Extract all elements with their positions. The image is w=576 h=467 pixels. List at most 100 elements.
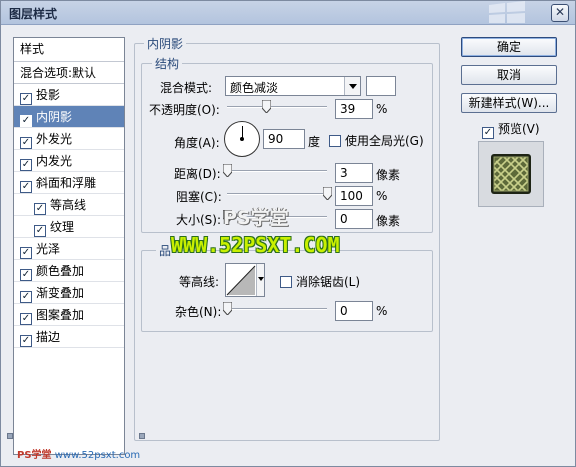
distance-input[interactable]: 3 — [335, 163, 373, 183]
choke-label: 阻塞(C): — [176, 190, 222, 204]
style-list-item[interactable]: ✓ 内阴影 — [14, 106, 124, 128]
new-style-button[interactable]: 新建样式(W)... — [461, 93, 557, 113]
choke-slider[interactable] — [227, 187, 332, 201]
footer-brand: PS学堂 www.52psxt.com — [17, 446, 140, 461]
style-checkbox[interactable]: ✓ — [20, 159, 32, 171]
size-label: 大小(S): — [176, 213, 222, 227]
style-list-item[interactable]: ✓ 颜色叠加 — [14, 260, 124, 282]
cancel-button[interactable]: 取消 — [461, 65, 557, 85]
ok-button[interactable]: 确定 — [461, 37, 557, 57]
distance-unit: 像素 — [376, 168, 401, 182]
style-list-item-label: 渐变叠加 — [36, 286, 85, 300]
style-checkbox[interactable]: ✓ — [20, 269, 32, 281]
inner-shadow-section-title: 内阴影 — [144, 35, 187, 52]
style-list-item[interactable]: ✓ 投影 — [14, 84, 124, 106]
close-icon: ✕ — [554, 5, 566, 19]
distance-label: 距离(D): — [174, 167, 221, 181]
preview-checkbox[interactable]: ✓ 预览(V) — [482, 120, 540, 139]
style-checkbox[interactable]: ✓ — [34, 225, 46, 237]
style-checkbox[interactable]: ✓ — [20, 115, 32, 127]
global-light-checkbox[interactable]: 使用全局光(G) — [329, 132, 424, 149]
style-list-item[interactable]: ✓ 外发光 — [14, 128, 124, 150]
style-list-header[interactable]: 样式 — [14, 38, 124, 62]
style-list-item[interactable]: ✓ 渐变叠加 — [14, 282, 124, 304]
style-list-item-label: 图案叠加 — [36, 308, 85, 322]
style-list-item-label: 颜色叠加 — [36, 264, 85, 278]
opacity-unit: % — [376, 102, 388, 116]
blend-mode-select[interactable]: 颜色减淡 — [225, 76, 361, 96]
noise-unit: % — [376, 304, 388, 318]
opacity-label: 不透明度(O): — [149, 103, 220, 117]
contour-label: 等高线: — [179, 275, 220, 289]
watermark-ps-xuetang: PS学堂 — [223, 207, 289, 229]
opacity-slider-thumb[interactable] — [262, 100, 271, 113]
style-list-item[interactable]: ✓ 描边 — [14, 326, 124, 348]
style-checkbox[interactable]: ✓ — [20, 93, 32, 105]
style-items: ✓ 投影 ✓ 内阴影 ✓ 外发光 ✓ 内发光 ✓ 斜面和浮雕 ✓ 等高线 ✓ 纹理 ✓ 光泽 ✓ 颜色叠加 ✓ 渐变叠… — [14, 84, 124, 348]
style-checkbox[interactable]: ✓ — [34, 203, 46, 215]
opacity-input[interactable]: 39 — [335, 99, 373, 119]
style-checkbox[interactable]: ✓ — [20, 291, 32, 303]
shadow-color-swatch[interactable] — [366, 76, 396, 96]
choke-slider-thumb[interactable] — [323, 187, 332, 200]
size-unit: 像素 — [376, 214, 401, 228]
style-list-item-label: 光泽 — [36, 242, 61, 256]
blend-mode-value: 颜色减淡 — [230, 81, 279, 95]
angle-dial[interactable] — [224, 121, 260, 157]
windows-logo-decoration-icon — [489, 1, 525, 23]
distance-slider-thumb[interactable] — [223, 164, 232, 177]
angle-input[interactable]: 90 — [263, 129, 305, 149]
style-checkbox[interactable]: ✓ — [20, 335, 32, 347]
style-checkbox[interactable]: ✓ — [20, 313, 32, 325]
style-list-item-label: 斜面和浮雕 — [36, 176, 97, 190]
close-button[interactable]: ✕ — [551, 4, 569, 22]
style-list-item[interactable]: ✓ 内发光 — [14, 150, 124, 172]
preview-checkbox-box[interactable]: ✓ — [482, 127, 494, 139]
blend-options-item[interactable]: 混合选项:默认 — [14, 62, 124, 84]
style-list-item[interactable]: ✓ 图案叠加 — [14, 304, 124, 326]
noise-slider-track — [227, 308, 327, 310]
style-list-item-label: 内阴影 — [36, 110, 73, 124]
contour-dropdown-icon[interactable] — [256, 264, 264, 296]
size-input[interactable]: 0 — [335, 209, 373, 229]
style-list-item-label: 描边 — [36, 330, 61, 344]
title-bar[interactable]: 图层样式 ✕ — [1, 1, 575, 25]
preview-swatch-icon — [491, 154, 531, 194]
choke-slider-track — [227, 193, 327, 195]
contour-picker[interactable] — [225, 263, 265, 297]
global-light-checkbox-box[interactable] — [329, 135, 341, 147]
antialias-label: 消除锯齿(L) — [296, 275, 361, 289]
style-list: 样式 混合选项:默认 ✓ 投影 ✓ 内阴影 ✓ 外发光 ✓ 内发光 ✓ 斜面和浮雕 ✓ 等高线 ✓ 纹理 ✓… — [13, 37, 125, 455]
antialias-checkbox-box[interactable] — [280, 276, 292, 288]
noise-slider-thumb[interactable] — [223, 302, 232, 315]
choke-input[interactable]: 100 — [335, 186, 373, 206]
watermark-site: WWW.52PSXT.COM — [171, 233, 340, 257]
noise-input[interactable]: 0 — [335, 301, 373, 321]
footer-brand-name: PS学堂 — [17, 450, 52, 461]
style-checkbox[interactable]: ✓ — [20, 247, 32, 259]
angle-unit: 度 — [308, 135, 321, 149]
distance-slider-track — [227, 170, 327, 172]
style-checkbox[interactable]: ✓ — [20, 181, 32, 193]
style-preview-thumbnail — [478, 141, 544, 207]
style-list-item-label: 投影 — [36, 88, 61, 102]
angle-label: 角度(A): — [174, 136, 220, 150]
distance-slider[interactable] — [223, 164, 327, 178]
style-list-item[interactable]: ✓ 光泽 — [14, 238, 124, 260]
style-list-item[interactable]: ✓ 等高线 — [14, 194, 124, 216]
antialias-checkbox[interactable]: 消除锯齿(L) — [280, 273, 360, 290]
chevron-down-icon — [344, 77, 360, 95]
structure-title: 结构 — [152, 55, 183, 72]
choke-unit: % — [376, 189, 388, 203]
resize-corner-icon — [139, 433, 145, 439]
style-list-item[interactable]: ✓ 纹理 — [14, 216, 124, 238]
opacity-slider[interactable] — [227, 100, 327, 114]
style-list-item[interactable]: ✓ 斜面和浮雕 — [14, 172, 124, 194]
dialog-title: 图层样式 — [9, 7, 58, 21]
noise-slider[interactable] — [223, 302, 327, 316]
style-list-item-label: 等高线 — [50, 198, 87, 212]
style-checkbox[interactable]: ✓ — [20, 137, 32, 149]
preview-label: 预览(V) — [498, 122, 540, 136]
angle-center-dot — [240, 137, 244, 141]
opacity-slider-track — [227, 106, 327, 108]
